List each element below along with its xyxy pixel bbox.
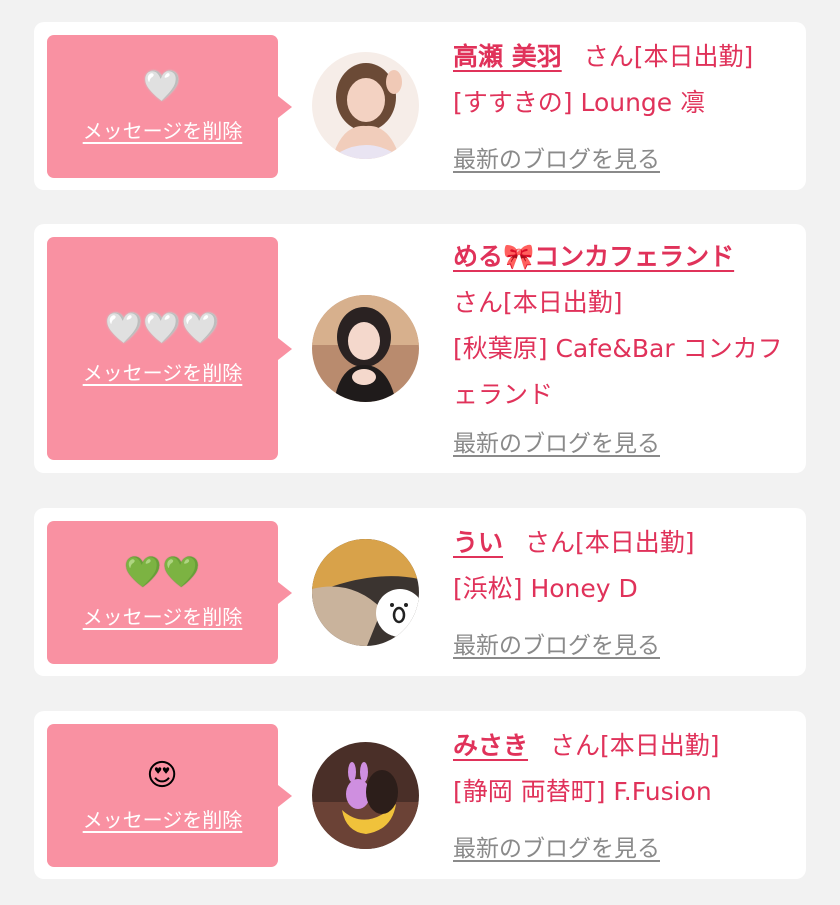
girl-info: める🎀コンカフェランド さん[本日出勤] [秋葉原] Cafe&Bar コンカフ… bbox=[453, 234, 794, 418]
reaction-emoji: 😍 bbox=[146, 758, 179, 793]
message-bubble: 😍 メッセージを削除 bbox=[47, 724, 292, 867]
girl-name-link[interactable]: 高瀬 美羽 bbox=[453, 42, 562, 71]
message-card: 🤍 メッセージを削除 高瀬 美羽 さん[本日出勤] [すすきの] Lounge 凛… bbox=[34, 22, 806, 190]
message-bubble: 💚💚 メッセージを削除 bbox=[47, 521, 292, 664]
status-text: さん[本日出勤] bbox=[550, 731, 720, 760]
reaction-emoji: 🤍 bbox=[143, 69, 182, 104]
shop-name: [すすきの] Lounge 凛 bbox=[453, 88, 706, 117]
message-bubble: 🤍🤍🤍 メッセージを削除 bbox=[47, 237, 292, 460]
girl-name-link[interactable]: める🎀コンカフェランド bbox=[453, 242, 734, 271]
latest-blog-link[interactable]: 最新のブログを見る bbox=[453, 424, 660, 458]
avatar[interactable] bbox=[312, 539, 419, 646]
status-text: さん[本日出勤] bbox=[525, 528, 695, 557]
message-list: 🤍 メッセージを削除 高瀬 美羽 さん[本日出勤] [すすきの] Lounge 凛… bbox=[0, 0, 840, 905]
shop-name: [浜松] Honey D bbox=[453, 574, 638, 603]
shop-name: [静岡 両替町] F.Fusion bbox=[453, 777, 712, 806]
delete-message-button[interactable]: メッセージを削除 bbox=[83, 601, 243, 630]
reaction-emoji: 🤍🤍🤍 bbox=[104, 311, 221, 346]
delete-message-button[interactable]: メッセージを削除 bbox=[83, 357, 243, 386]
girl-info: うい さん[本日出勤] [浜松] Honey D bbox=[453, 520, 794, 612]
delete-message-button[interactable]: メッセージを削除 bbox=[83, 804, 243, 833]
message-card: 💚💚 メッセージを削除 うい さん[本日出勤] [浜松] Honey D 最新のブ… bbox=[34, 508, 806, 676]
girl-info: 高瀬 美羽 さん[本日出勤] [すすきの] Lounge 凛 bbox=[453, 34, 794, 126]
status-text: さん[本日出勤] bbox=[453, 288, 623, 317]
girl-name-link[interactable]: うい bbox=[453, 528, 503, 557]
message-bubble: 🤍 メッセージを削除 bbox=[47, 35, 292, 178]
avatar[interactable] bbox=[312, 742, 419, 849]
girl-info: みさき さん[本日出勤] [静岡 両替町] F.Fusion bbox=[453, 723, 794, 815]
avatar[interactable] bbox=[312, 295, 419, 402]
reaction-emoji: 💚💚 bbox=[124, 555, 201, 590]
latest-blog-link[interactable]: 最新のブログを見る bbox=[453, 626, 660, 660]
avatar[interactable] bbox=[312, 52, 419, 159]
latest-blog-link[interactable]: 最新のブログを見る bbox=[453, 829, 660, 863]
message-card: 😍 メッセージを削除 みさき さん[本日出勤] [静岡 両替町] F.Fusion… bbox=[34, 711, 806, 879]
delete-message-button[interactable]: メッセージを削除 bbox=[83, 115, 243, 144]
girl-name-link[interactable]: みさき bbox=[453, 731, 528, 760]
message-card: 🤍🤍🤍 メッセージを削除 める🎀コンカフェランド さん[本日出勤] [秋葉原] … bbox=[34, 224, 806, 473]
status-text: さん[本日出勤] bbox=[583, 42, 754, 71]
latest-blog-link[interactable]: 最新のブログを見る bbox=[453, 140, 660, 174]
shop-name: [秋葉原] Cafe&Bar コンカフェランド bbox=[453, 334, 783, 409]
